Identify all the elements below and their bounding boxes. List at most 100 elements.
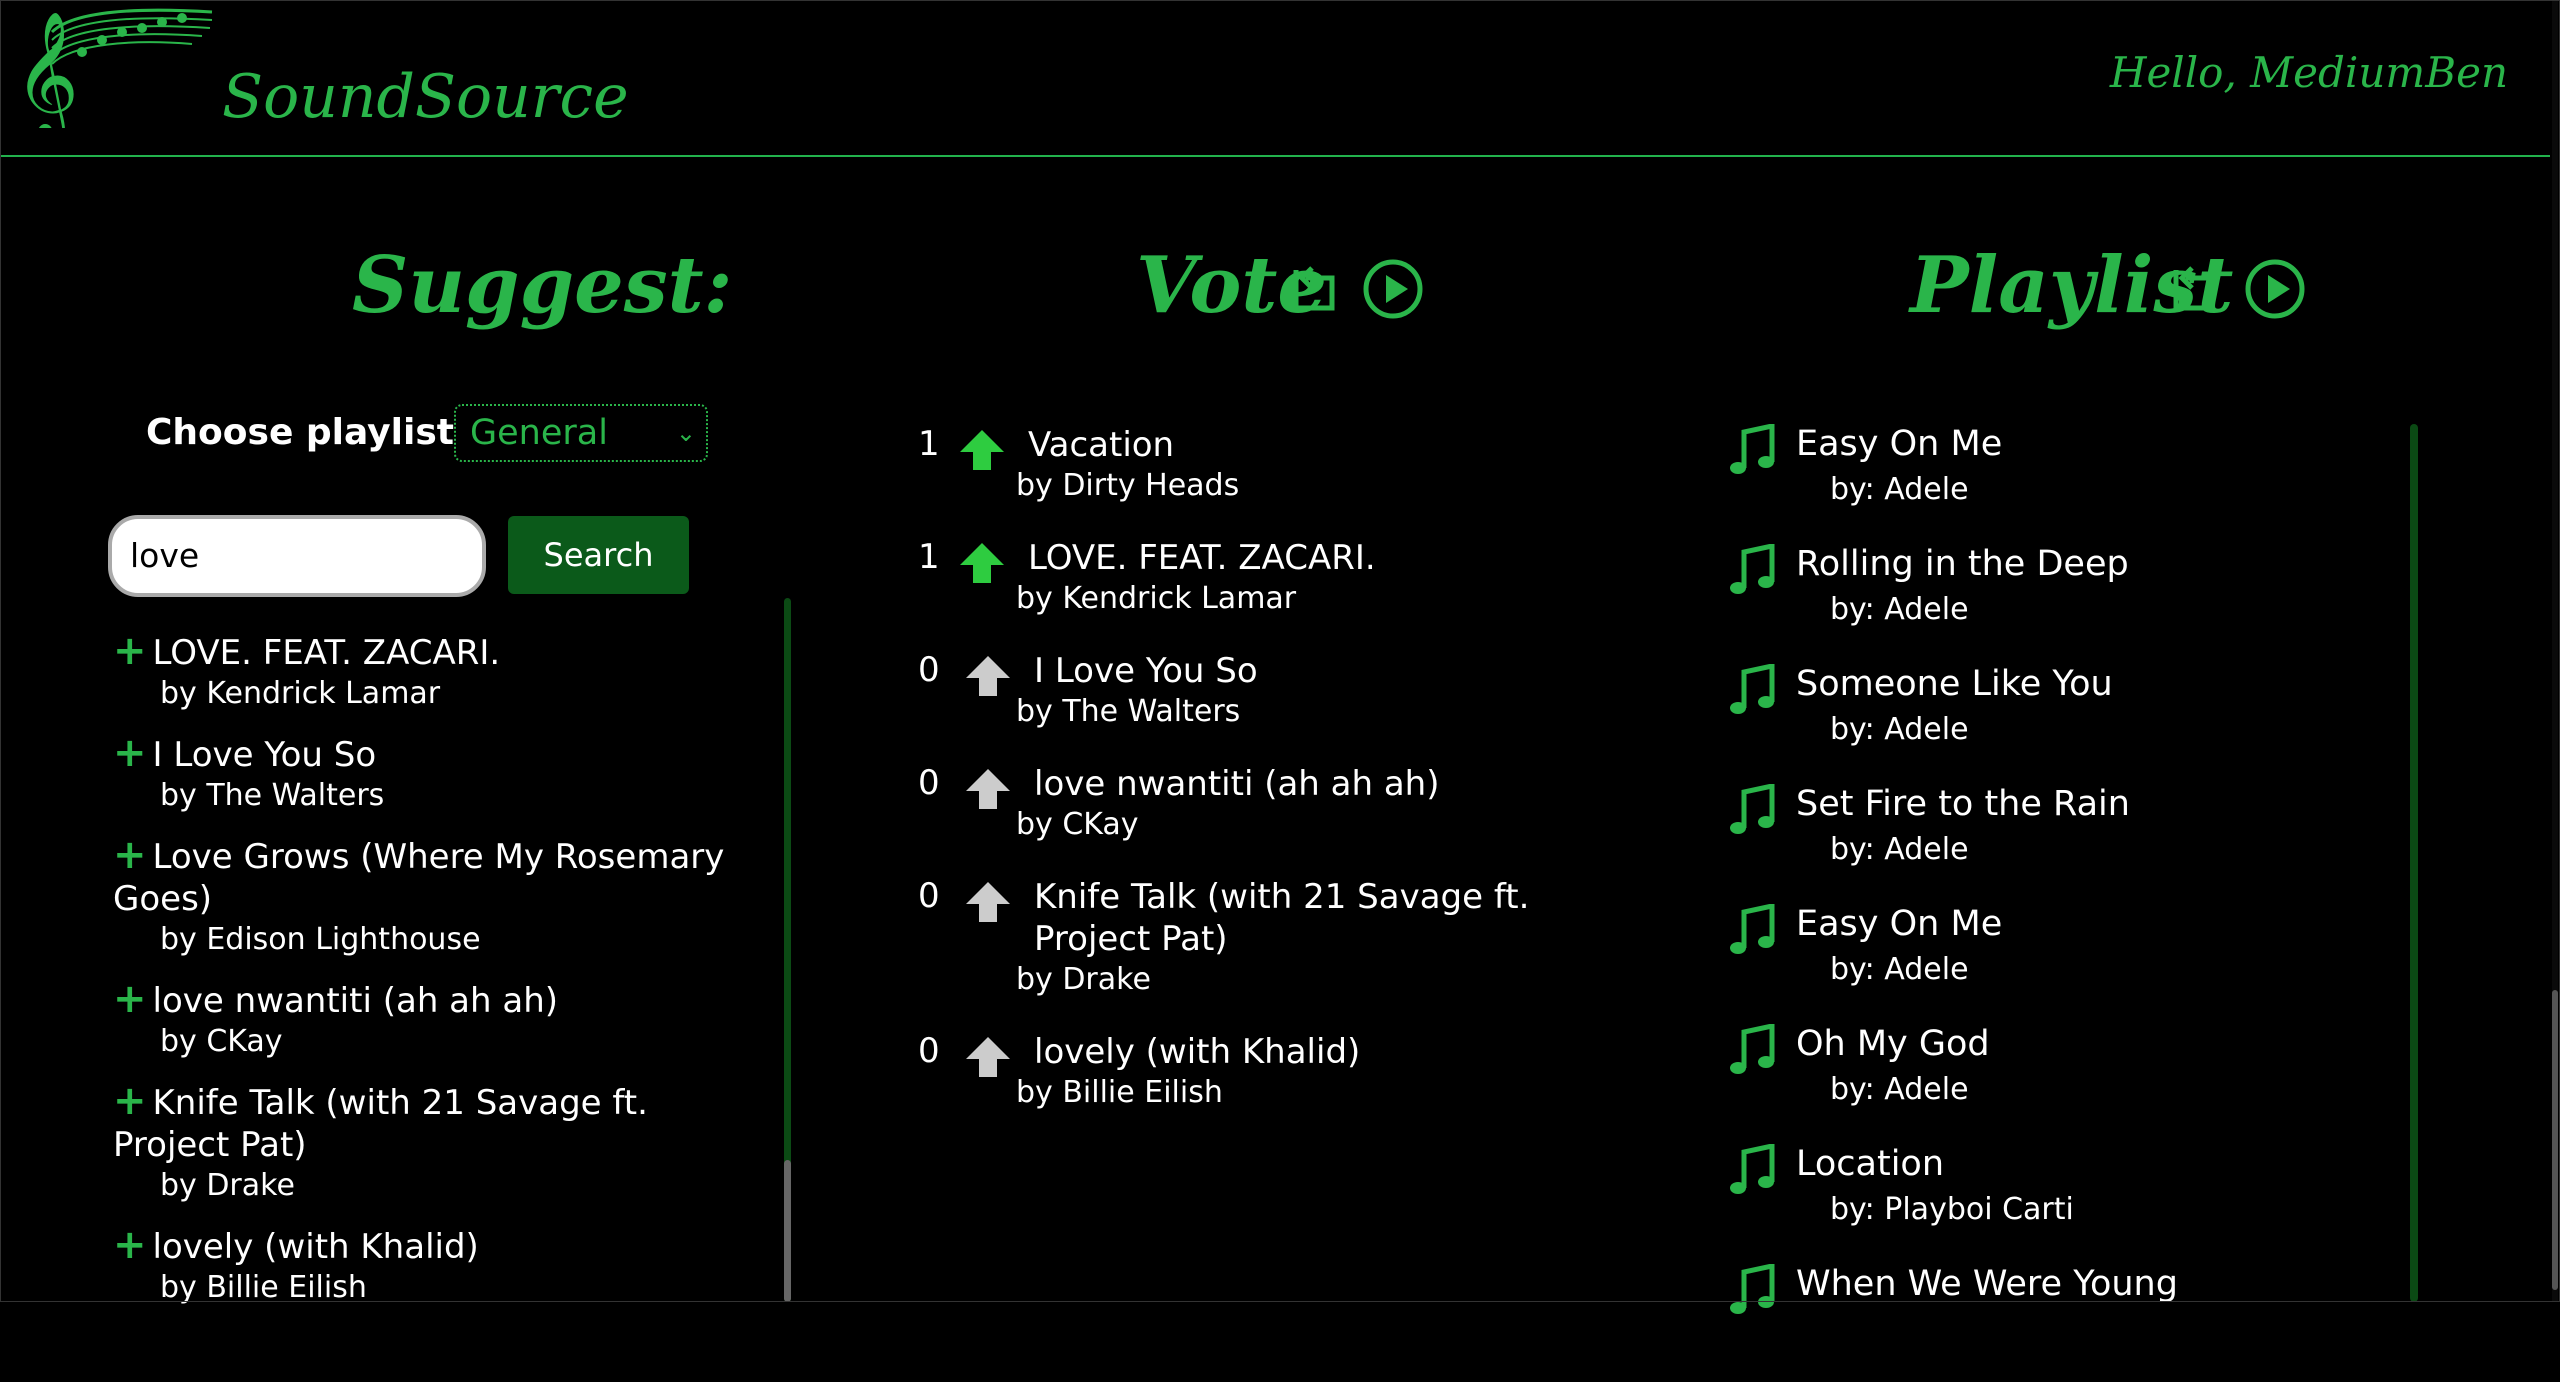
suggest-result-title-row: + LOVE. FEAT. ZACARI. [113,630,753,674]
suggest-heading: Suggest: [352,240,733,331]
upvote-arrow-icon[interactable] [958,541,1006,585]
app-header: 𝄞 SoundSource Hello, MediumBen [0,0,2550,157]
playlist-song-title: Rolling in the Deep [1796,544,2129,584]
suggest-result-title: Knife Talk (with 21 Savage ft. Project P… [113,1083,648,1165]
playlist-item: Someone Like You by: Adele [1728,662,2368,782]
vote-refresh-icon[interactable] [1282,258,1344,320]
vote-song-artist: by Dirty Heads [1016,468,1240,503]
playlist-song-artist: by: Adele [1830,592,1969,627]
suggest-result-title: Love Grows (Where My Rosemary Goes) [113,837,725,919]
vote-song-title: LOVE. FEAT. ZACARI. [1028,538,1376,578]
search-button[interactable]: Search [508,516,689,594]
add-song-plus-icon[interactable]: + [113,628,147,674]
upvote-arrow-icon[interactable] [964,880,1012,924]
playlist-dropdown[interactable]: General ⌄ [454,404,708,462]
vote-item: 1 LOVE. FEAT. ZACARI. by Kendrick Lamar [918,537,1558,650]
playlist-item: Location by: Playboi Carti [1728,1142,2368,1262]
suggest-result-artist: by The Walters [160,778,385,813]
music-note-icon [1730,1024,1775,1074]
suggest-result-title: lovely (with Khalid) [152,1227,479,1267]
suggest-result-title: love nwantiti (ah ah ah) [152,981,559,1021]
playlist-song-title: Easy On Me [1796,904,2003,944]
suggest-result-title-row: + love nwantiti (ah ah ah) [113,978,753,1022]
suggest-result-artist: by Billie Eilish [160,1270,367,1305]
suggest-result-title-row: + lovely (with Khalid) [113,1224,753,1268]
suggest-result-title-row: + Love Grows (Where My Rosemary Goes) [113,834,753,920]
suggest-result-artist: by CKay [160,1024,283,1059]
playlist-refresh-icon[interactable] [2162,258,2224,320]
add-song-plus-icon[interactable]: + [113,730,147,776]
suggest-result-item: + I Love You So by The Walters [113,732,753,816]
search-input[interactable]: love [108,515,486,597]
vote-song-artist: by CKay [1016,807,1139,842]
vote-count: 1 [918,424,940,464]
playlist-item: When We Were Young [1728,1262,2368,1382]
playlist-song-title: Set Fire to the Rain [1796,784,2130,824]
suggest-results-list: + LOVE. FEAT. ZACARI. by Kendrick Lamar + I … [113,630,753,1326]
playlist-song-title: When We Were Young [1796,1264,2178,1304]
add-song-plus-icon[interactable]: + [113,832,147,878]
music-note-icon [1730,784,1775,834]
chevron-down-icon: ⌄ [675,419,696,447]
vote-play-icon[interactable] [1362,258,1424,320]
playlist-item: Set Fire to the Rain by: Adele [1728,782,2368,902]
playlist-song-artist: by: Adele [1830,832,1969,867]
music-note-icon [1730,1264,1775,1314]
playlist-dropdown-value: General [470,413,608,453]
vote-list: 1 Vacation by Dirty Heads 1 LOVE. FEAT. ZACA… [918,424,1558,1144]
suggest-result-title-row: + Knife Talk (with 21 Savage ft. Project … [113,1080,753,1166]
playlist-item: Easy On Me by: Adele [1728,422,2368,542]
playlist-play-icon[interactable] [2244,258,2306,320]
suggest-result-title: I Love You So [152,735,377,775]
svg-text:𝄞: 𝄞 [14,10,79,128]
vote-song-artist: by Kendrick Lamar [1016,581,1297,616]
upvote-arrow-icon[interactable] [964,1035,1012,1079]
vote-count: 0 [918,1031,940,1071]
suggest-result-item: + Knife Talk (with 21 Savage ft. Project … [113,1080,753,1206]
music-note-icon [1730,424,1775,474]
playlist-song-artist: by: Playboi Carti [1830,1192,2074,1227]
suggest-result-title: LOVE. FEAT. ZACARI. [152,633,501,673]
upvote-arrow-icon[interactable] [958,428,1006,472]
music-note-icon [1730,544,1775,594]
vote-count: 0 [918,763,940,803]
upvote-arrow-icon[interactable] [964,654,1012,698]
vote-song-artist: by The Walters [1016,694,1241,729]
vote-song-title: Vacation [1028,425,1175,465]
vote-count: 0 [918,650,940,690]
page-scrollbar-thumb[interactable] [2552,990,2558,1290]
music-note-icon [1730,664,1775,714]
vote-count: 0 [918,876,940,916]
playlist-item: Easy On Me by: Adele [1728,902,2368,1022]
playlist-song-title: Location [1796,1144,1945,1184]
playlist-song-artist: by: Adele [1830,952,1969,987]
upvote-arrow-icon[interactable] [964,767,1012,811]
playlist-song-artist: by: Adele [1830,472,1969,507]
add-song-plus-icon[interactable]: + [113,976,147,1022]
playlist-scrollbar[interactable] [2410,424,2418,1302]
add-song-plus-icon[interactable]: + [113,1078,147,1124]
app-title: SoundSource [222,62,629,132]
playlist-song-title: Oh My God [1796,1024,1990,1064]
playlist-song-title: Easy On Me [1796,424,2003,464]
playlist-song-list: Easy On Me by: Adele Rolling in the Deep by… [1728,422,2368,1382]
music-note-icon [1730,904,1775,954]
suggest-scrollbar-thumb[interactable] [784,1160,791,1302]
playlist-song-artist: by: Adele [1830,712,1969,747]
suggest-result-item: + love nwantiti (ah ah ah) by CKay [113,978,753,1062]
vote-item: 0 love nwantiti (ah ah ah) by CKay [918,763,1558,876]
suggest-result-item: + Love Grows (Where My Rosemary Goes) by E… [113,834,753,960]
playlist-song-artist: by: Adele [1830,1072,1969,1107]
vote-item: 0 lovely (with Khalid) by Billie Eilish [918,1031,1558,1144]
suggest-result-artist: by Drake [160,1168,295,1203]
playlist-song-title: Someone Like You [1796,664,2113,704]
add-song-plus-icon[interactable]: + [113,1222,147,1268]
vote-item: 0 I Love You So by The Walters [918,650,1558,763]
playlist-item: Oh My God by: Adele [1728,1022,2368,1142]
vote-song-artist: by Drake [1016,962,1151,997]
user-greeting: Hello, MediumBen [2109,48,2508,97]
vote-song-title: love nwantiti (ah ah ah) [1034,764,1440,804]
vote-item: 0 Knife Talk (with 21 Savage ft. Project … [918,876,1558,1031]
vote-song-title: Knife Talk (with 21 Savage ft. Project P… [1034,877,1530,959]
vote-item: 1 Vacation by Dirty Heads [918,424,1558,537]
